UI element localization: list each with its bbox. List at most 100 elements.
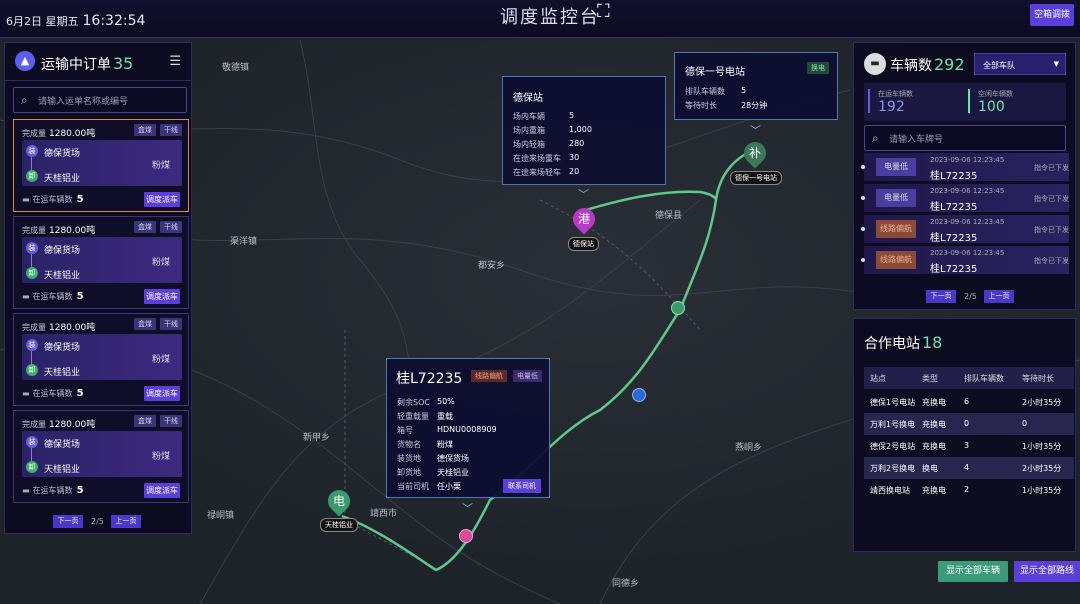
chevron-down-icon: ﹀ — [750, 124, 761, 137]
origin: 德保货场 — [44, 343, 81, 353]
truck-icon: ▬ — [22, 195, 30, 204]
station-popup: 德保站 场内车辆 5 场内重箱 1,000 场内轻箱 280 在途来场重车 30 在途来… — [502, 76, 666, 185]
cargo-tag: 盒煤 — [134, 221, 156, 233]
station-marker-icon[interactable] — [632, 388, 646, 402]
route-tag: 干线 — [160, 415, 182, 427]
route-tag: 干线 — [160, 318, 182, 330]
vehicle-item[interactable]: 线路偏航 2023-09-06 12:23:45 桂L72235 指令已下发 — [861, 215, 1069, 244]
load-badge: 装 — [26, 436, 38, 448]
table-row[interactable]: 德保1号电站 充换电 6 2小时35分 — [864, 391, 1074, 413]
plate: 桂L72235 — [930, 171, 978, 182]
trucks-count: ▬ 在运车辆数 5 — [22, 291, 84, 302]
truck-icon: ▬ — [22, 486, 30, 495]
cargo-tag: 盒煤 — [134, 318, 156, 330]
power-pin[interactable]: 电 — [323, 485, 355, 517]
truck-row: 剩余SOC 50% — [397, 397, 455, 407]
page-indicator: 2/5 — [91, 517, 104, 526]
power-row: 排队车辆数 5 — [685, 86, 747, 96]
completed-amount: 完成量 1280.00吨 — [22, 129, 96, 139]
deviation-tag: 线路偏航 — [471, 370, 507, 382]
fullscreen-icon[interactable]: ⛶ — [597, 1, 619, 23]
load-badge: 装 — [26, 145, 38, 157]
cargo-name: 粉煤 — [151, 452, 170, 462]
table-row[interactable]: 万利1号换电 充换电 0 0 — [864, 413, 1074, 435]
order-card[interactable]: 完成量 1280.00吨 盒煤 干线装卸 德保货场 天桂铝业 粉煤 ▬ 在运车辆数 5 调度派车 — [13, 313, 189, 406]
place-label: 同德乡 — [612, 579, 640, 589]
load-badge: 装 — [26, 242, 38, 254]
unload-badge: 卸 — [26, 461, 38, 473]
dispatch-button[interactable]: 调度派车 — [144, 483, 180, 498]
station-row: 场内车辆 5 — [513, 111, 575, 121]
orders-panel: ▲ 运输中订单 35 ☰ ⌕ 请输入运单名称或编号 完成量 1280.00吨 盒煤 干线装… — [4, 42, 192, 534]
table-row[interactable]: 德保2号电站 充换电 3 1小时35分 — [864, 435, 1074, 457]
vehicle-item[interactable]: 电量低 2023-09-06 12:23:45 桂L72235 指令已下发 — [861, 153, 1069, 182]
search-icon: ⌕ — [872, 131, 879, 145]
command-status: 指令已下发 — [1034, 226, 1069, 234]
truck-icon: ▬ — [22, 292, 30, 301]
station-row: 场内轻箱 280 — [513, 139, 585, 149]
supply-pin-label: 德保一号电站 — [730, 171, 782, 185]
load-badge: 装 — [26, 339, 38, 351]
port-pin-label: 德保站 — [568, 237, 599, 251]
station-row: 在途来场重车 30 — [513, 153, 580, 163]
power-pin-label: 天桂铝业 — [320, 518, 358, 532]
page-title: 调度监控台 — [500, 7, 600, 28]
cargo-name: 粉煤 — [151, 355, 170, 365]
table-row[interactable]: 万利2号换电 换电 4 2小时35分 — [864, 457, 1074, 479]
vehicles-panel: ▬ 车辆数 292 全部车队 ▼ 在运车辆数 192 空闲车辆数 100 ⌕ 请输入车牌号… — [853, 42, 1076, 310]
next-page-button[interactable]: 下一页 — [926, 290, 956, 303]
show-all-vehicles-button[interactable]: 显示全部车辆 — [938, 561, 1008, 582]
place-label: 禄峒镇 — [207, 511, 235, 521]
contact-driver-button[interactable]: 联系司机 — [503, 479, 541, 493]
vehicles-title: 车辆数 292 — [890, 55, 965, 74]
timestamp: 2023-09-06 12:23:45 — [930, 156, 1005, 164]
swap-tag: 换电 — [807, 62, 829, 74]
origin: 德保货场 — [44, 246, 81, 256]
truck-row: 卸货地 天桂铝业 — [397, 468, 469, 477]
vehicle-item[interactable]: 电量低 2023-09-06 12:23:45 桂L72235 指令已下发 — [861, 184, 1069, 213]
supply-pin[interactable]: 补 — [739, 137, 771, 169]
power-popup: 德保一号电站 换电 排队车辆数 5 等待时长 28分钟 — [674, 52, 838, 120]
order-card[interactable]: 完成量 1280.00吨 盒煤 干线装卸 德保货场 天桂铝业 粉煤 ▬ 在运车辆数 5 调度派车 — [13, 216, 189, 309]
chevron-down-icon: ﹀ — [578, 188, 589, 201]
caret-down-icon: ▼ — [1053, 60, 1059, 68]
empty-box-transfer-button[interactable]: 空箱调拨 — [1030, 4, 1074, 26]
fleet-select[interactable]: 全部车队 ▼ — [974, 53, 1066, 75]
status-badge: 线路偏航 — [876, 220, 916, 238]
next-page-button[interactable]: 下一页 — [53, 515, 83, 528]
table-row[interactable]: 靖西换电站 充换电 2 1小时35分 — [864, 479, 1074, 501]
stations-panel: 合作电站 18 站点 类型 排队车辆数 等待时长 德保1号电站 充换电 6 2小时35分… — [853, 318, 1076, 552]
filter-icon[interactable]: ☰ — [169, 54, 181, 69]
completed-amount: 完成量 1280.00吨 — [22, 226, 96, 236]
prev-page-button[interactable]: 上一页 — [111, 515, 141, 528]
dispatch-button[interactable]: 调度派车 — [144, 192, 180, 207]
truck-row: 箱号 HDNU0008909 — [397, 425, 497, 435]
order-search-input[interactable]: ⌕ 请输入运单名称或编号 — [13, 87, 187, 113]
dispatch-button[interactable]: 调度派车 — [144, 289, 180, 304]
order-card[interactable]: 完成量 1280.00吨 盒煤 干线装卸 德保货场 天桂铝业 粉煤 ▬ 在运车辆数 5 调度派车 — [13, 410, 189, 503]
place-label: 敬德镇 — [222, 63, 250, 73]
completed-amount: 完成量 1280.00吨 — [22, 420, 96, 430]
dispatch-button[interactable]: 调度派车 — [144, 386, 180, 401]
trucks-count: ▬ 在运车辆数 5 — [22, 485, 84, 496]
station-marker-icon[interactable] — [671, 301, 685, 315]
route-tag: 干线 — [160, 221, 182, 233]
plate-search-input[interactable]: ⌕ 请输入车牌号 — [864, 125, 1066, 151]
show-all-routes-button[interactable]: 显示全部路线 — [1014, 561, 1080, 582]
port-pin[interactable]: 港 — [568, 203, 600, 235]
idle-stat: 空闲车辆数 100 — [978, 90, 1013, 115]
power-popup-title: 德保一号电站 — [685, 67, 745, 78]
command-status: 指令已下发 — [1034, 195, 1069, 203]
order-card[interactable]: 完成量 1280.00吨 盒煤 干线装卸 德保货场 天桂铝业 粉煤 ▬ 在运车辆数 5 调度派车 — [13, 119, 189, 212]
trucks-count: ▬ 在运车辆数 5 — [22, 388, 84, 399]
truck-marker-icon[interactable] — [459, 529, 473, 543]
vehicle-stats: 在运车辆数 192 空闲车辆数 100 — [864, 83, 1066, 121]
place-label: 渠洋镇 — [230, 237, 258, 247]
vehicle-item[interactable]: 线路偏航 2023-09-06 12:23:45 桂L72235 指令已下发 — [861, 246, 1069, 275]
cargo-tag: 盒煤 — [134, 124, 156, 136]
truck-icon: ▬ — [864, 53, 886, 75]
station-popup-title: 德保站 — [513, 93, 543, 104]
low-battery-tag: 电量低 — [513, 370, 542, 382]
prev-page-button[interactable]: 上一页 — [984, 290, 1014, 303]
command-status: 指令已下发 — [1034, 164, 1069, 172]
